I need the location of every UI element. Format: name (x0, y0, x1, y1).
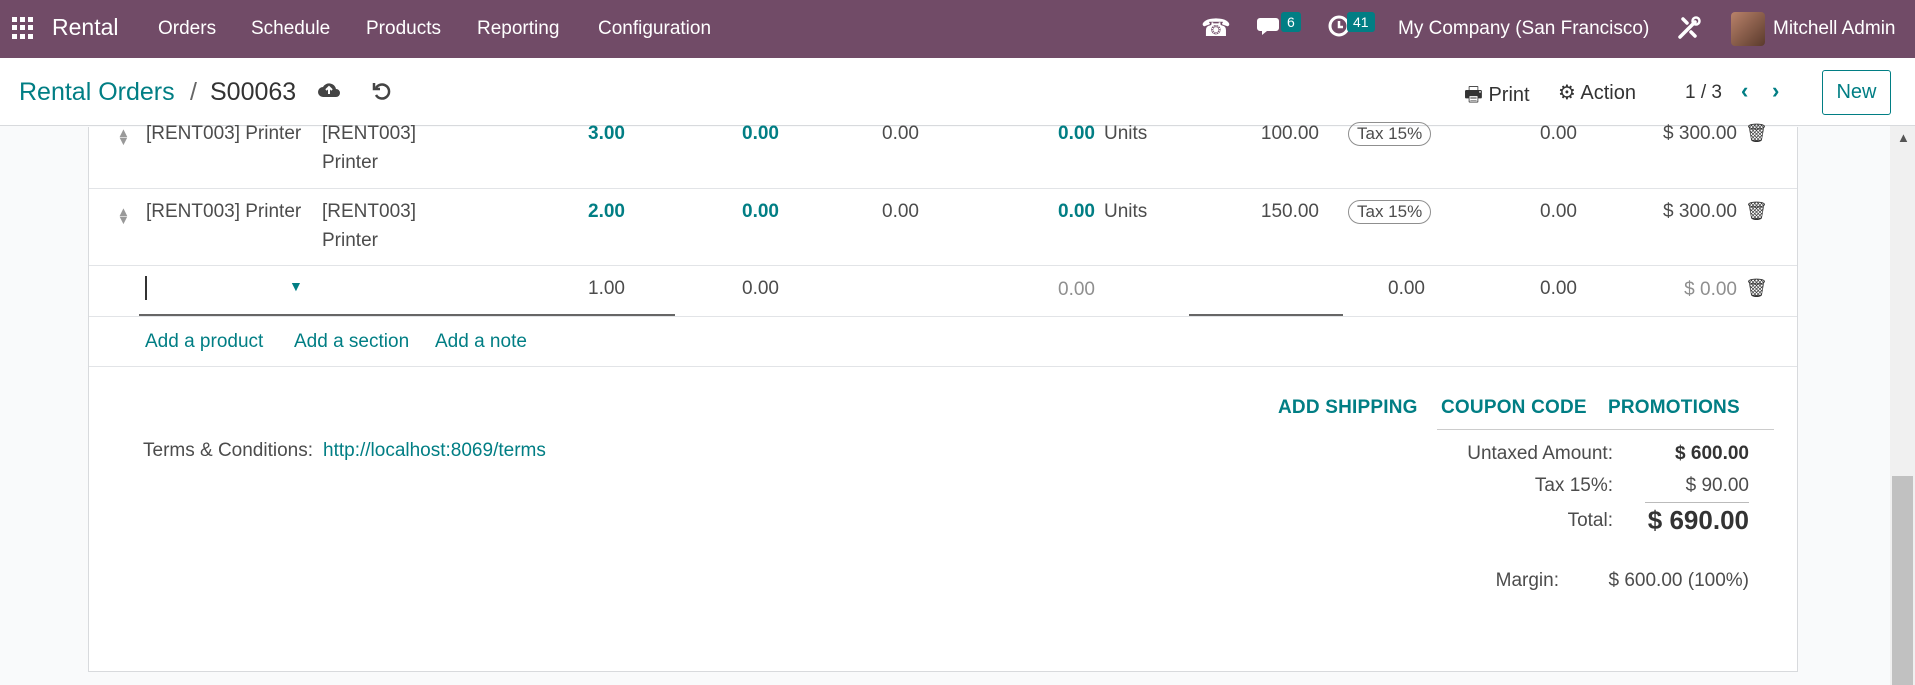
drag-handle-icon[interactable]: ▲ ▼ (117, 205, 130, 226)
user-avatar[interactable] (1731, 12, 1765, 46)
cloud-save-icon[interactable] (317, 80, 341, 106)
top-navbar: Rental Orders Schedule Products Reportin… (0, 0, 1915, 58)
menu-orders[interactable]: Orders (158, 18, 216, 40)
menu-schedule[interactable]: Schedule (251, 18, 330, 40)
new-line-delivered: 0.00 (742, 278, 779, 299)
line-returned: 0.00 (1058, 123, 1095, 144)
new-line-returned: 0.00 (1058, 279, 1095, 300)
add-note-link[interactable]: Add a note (435, 331, 527, 353)
product-dropdown-caret-icon[interactable]: ▼ (289, 278, 303, 294)
line-returned: 0.00 (1058, 201, 1095, 222)
margin-label: Margin: (1495, 570, 1559, 591)
new-line-unit-price[interactable]: 0.00 (1345, 278, 1425, 300)
scroll-thumb[interactable] (1892, 476, 1913, 685)
activities-badge: 41 (1347, 12, 1375, 32)
add-product-link[interactable]: Add a product (145, 331, 263, 353)
breadcrumb-current: S00063 (210, 78, 297, 106)
add-section-link[interactable]: Add a section (294, 331, 409, 353)
add-shipping-button[interactable]: ADD SHIPPING (1278, 397, 1418, 419)
delete-line-icon[interactable]: 🗑 (1745, 278, 1768, 299)
order-line[interactable]: ▲ ▼ [RENT003] Printer [RENT003] Printer 3… (89, 111, 1797, 189)
new-line-discount[interactable]: 0.00 (1497, 278, 1577, 300)
line-unit-price[interactable]: 100.00 (1239, 123, 1319, 145)
untaxed-amount-value: $ 600.00 (1675, 443, 1749, 464)
untaxed-amount-label: Untaxed Amount: (1467, 443, 1613, 464)
action-label: Action (1580, 82, 1636, 104)
line-quantity[interactable]: 2.00 (545, 201, 625, 223)
app-name[interactable]: Rental (52, 14, 118, 41)
new-line-quantity[interactable]: 1.00 (545, 278, 625, 300)
menu-reporting[interactable]: Reporting (477, 18, 559, 40)
line-unit-price[interactable]: 150.00 (1239, 201, 1319, 223)
line-quantity[interactable]: 3.00 (545, 123, 625, 145)
breadcrumb-separator: / (190, 78, 197, 106)
page-scrollbar[interactable]: ▲ (1890, 126, 1915, 685)
line-subtotal: $ 300.00 (1663, 123, 1737, 144)
print-label: Print (1488, 84, 1530, 106)
line-description-name[interactable]: Printer (322, 152, 378, 174)
new-order-line[interactable]: ▼ 1.00 0.00 0.00 0.00 0.00 $ 0.00 🗑 (89, 266, 1797, 317)
new-button[interactable]: New (1822, 70, 1891, 115)
line-discount[interactable]: 0.00 (1497, 201, 1577, 223)
delete-line-icon[interactable]: 🗑 (1745, 123, 1768, 144)
line-uom[interactable]: Units (1104, 201, 1147, 223)
action-button[interactable]: ⚙ Action (1558, 80, 1636, 105)
tax-value: $ 90.00 (1685, 475, 1749, 496)
pager-value[interactable]: 1 / 3 (1685, 82, 1722, 104)
line-description-name[interactable]: Printer (322, 230, 378, 252)
line-subtotal: $ 300.00 (1663, 201, 1737, 222)
form-sheet: ▲ ▼ [RENT003] Printer [RENT003] Printer 3… (88, 122, 1798, 672)
add-line-links: Add a product Add a section Add a note (89, 317, 1797, 367)
breadcrumb-rental-orders[interactable]: Rental Orders (19, 78, 175, 107)
coupon-code-button[interactable]: COUPON CODE (1441, 397, 1587, 419)
apps-menu-icon[interactable] (12, 17, 34, 39)
line-tax-tag[interactable]: Tax 15% (1348, 200, 1432, 224)
pager-prev-icon[interactable]: ‹ (1741, 78, 1748, 104)
totals-divider (1437, 429, 1774, 430)
line-delivered: 0.00 (742, 201, 779, 222)
promotions-button[interactable]: PROMOTIONS (1608, 397, 1740, 419)
phone-icon[interactable]: ☎ (1201, 14, 1231, 43)
new-line-subtotal: $ 0.00 (1684, 279, 1737, 300)
margin-value: $ 600.00 (100%) (1608, 570, 1750, 591)
chat-icon[interactable] (1257, 14, 1283, 45)
debug-tools-icon[interactable] (1675, 14, 1703, 49)
print-button[interactable]: 🖶 Print (1464, 80, 1530, 114)
discard-icon[interactable] (371, 80, 393, 108)
line-product[interactable]: [RENT003] Printer (146, 201, 301, 223)
printer-icon: 🖶 (1464, 84, 1483, 106)
line-uom[interactable]: Units (1104, 123, 1147, 145)
terms-label: Terms & Conditions: (143, 440, 314, 461)
terms-link[interactable]: http://localhost:8069/terms (323, 440, 546, 462)
line-description-code[interactable]: [RENT003] (322, 201, 416, 223)
line-invoiced: 0.00 (882, 123, 919, 144)
product-input-underline (139, 314, 675, 316)
text-cursor (145, 276, 147, 300)
company-switcher[interactable]: My Company (San Francisco) (1398, 18, 1649, 40)
total-value: $ 690.00 (1647, 505, 1749, 535)
tax-label: Tax 15%: (1534, 475, 1613, 496)
delete-line-icon[interactable]: 🗑 (1745, 201, 1768, 222)
line-tax-tag[interactable]: Tax 15% (1348, 122, 1432, 146)
menu-products[interactable]: Products (366, 18, 441, 40)
price-input-underline (1189, 314, 1343, 316)
line-description-code[interactable]: [RENT003] (322, 123, 416, 145)
gear-icon: ⚙ (1558, 82, 1576, 104)
total-label: Total: (1567, 510, 1613, 531)
line-invoiced: 0.00 (882, 201, 919, 222)
menu-configuration[interactable]: Configuration (598, 18, 711, 40)
total-divider (1645, 502, 1749, 503)
line-discount[interactable]: 0.00 (1497, 123, 1577, 145)
drag-handle-icon[interactable]: ▲ ▼ (117, 126, 130, 147)
user-menu[interactable]: Mitchell Admin (1773, 18, 1896, 40)
pager-next-icon[interactable]: › (1772, 78, 1779, 104)
messages-badge: 6 (1281, 12, 1301, 32)
scroll-up-icon[interactable]: ▲ (1897, 130, 1910, 145)
line-product[interactable]: [RENT003] Printer (146, 123, 301, 145)
order-line[interactable]: ▲ ▼ [RENT003] Printer [RENT003] Printer 2… (89, 189, 1797, 266)
line-delivered: 0.00 (742, 123, 779, 144)
